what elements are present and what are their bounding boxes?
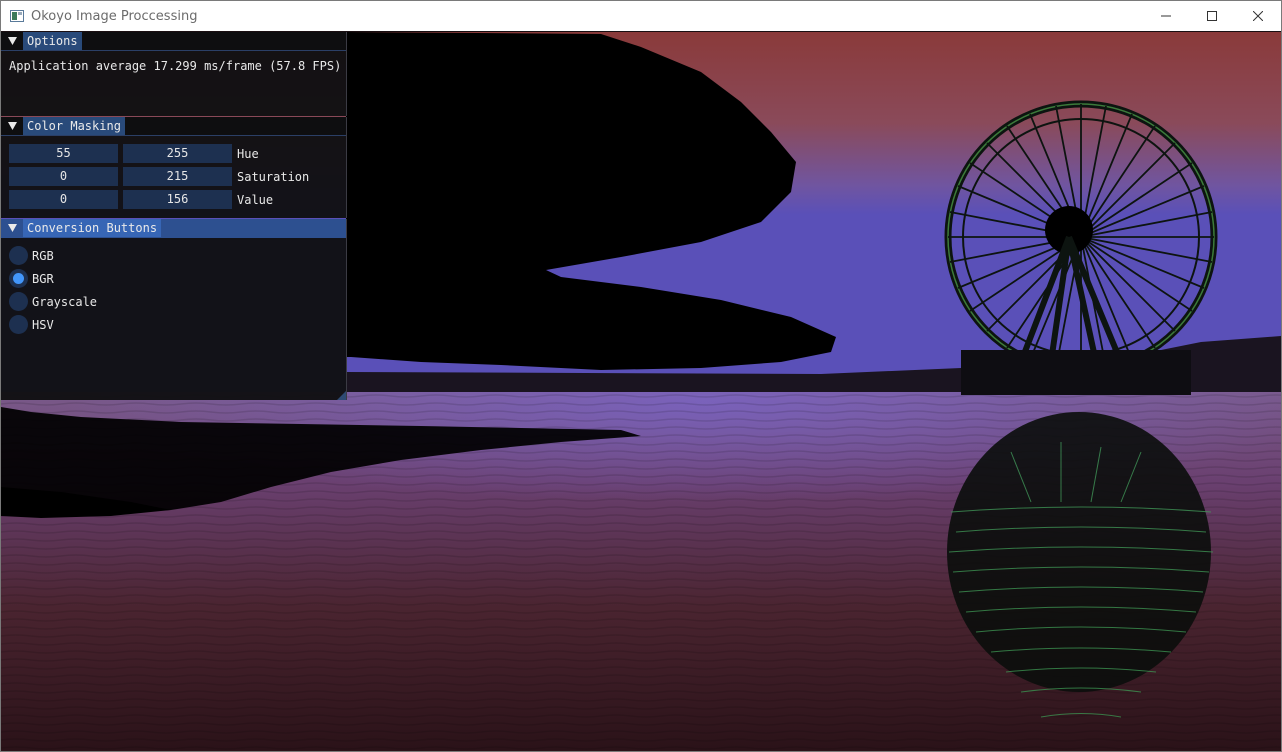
window-title: Okoyo Image Proccessing bbox=[31, 8, 198, 24]
radio-label-hsv: HSV bbox=[32, 317, 54, 332]
app-window: Okoyo Image Proccessing Options Applicat… bbox=[0, 0, 1282, 752]
conversion-title: Conversion Buttons bbox=[23, 219, 162, 237]
maximize-icon bbox=[1207, 11, 1217, 21]
fps-readout: Application average 17.299 ms/frame (57.… bbox=[9, 59, 342, 73]
value-row: 0 156 Value bbox=[9, 190, 273, 209]
saturation-max-field[interactable]: 215 bbox=[123, 167, 232, 186]
conversion-panel: Conversion Buttons RGB BGR Grayscale HSV bbox=[1, 219, 347, 400]
radio-label-rgb: RGB bbox=[32, 248, 54, 263]
minimize-button[interactable] bbox=[1143, 1, 1189, 31]
options-title: Options bbox=[23, 32, 82, 50]
color-masking-header[interactable]: Color Masking bbox=[1, 117, 346, 136]
hue-min-field[interactable]: 55 bbox=[9, 144, 118, 163]
saturation-label: Saturation bbox=[237, 169, 310, 184]
collapse-arrow-icon[interactable] bbox=[7, 37, 17, 45]
saturation-row: 0 215 Saturation bbox=[9, 167, 309, 186]
conversion-header[interactable]: Conversion Buttons bbox=[1, 219, 346, 238]
resize-grip[interactable] bbox=[337, 391, 346, 400]
close-icon bbox=[1253, 11, 1263, 21]
value-max-field[interactable]: 156 bbox=[123, 190, 232, 209]
close-button[interactable] bbox=[1235, 1, 1281, 31]
radio-button-hsv[interactable] bbox=[9, 315, 28, 334]
options-header[interactable]: Options bbox=[1, 32, 346, 51]
hue-max-field[interactable]: 255 bbox=[123, 144, 232, 163]
hue-label: Hue bbox=[237, 146, 259, 161]
collapse-arrow-icon[interactable] bbox=[7, 224, 17, 232]
radio-label-grayscale: Grayscale bbox=[32, 294, 98, 309]
title-bar[interactable]: Okoyo Image Proccessing bbox=[1, 1, 1281, 31]
radio-hsv[interactable]: HSV bbox=[9, 315, 54, 334]
radio-label-bgr: BGR bbox=[32, 271, 54, 286]
value-label: Value bbox=[237, 192, 274, 207]
radio-rgb[interactable]: RGB bbox=[9, 246, 54, 265]
value-min-field[interactable]: 0 bbox=[9, 190, 118, 209]
collapse-arrow-icon[interactable] bbox=[7, 122, 17, 130]
color-masking-title: Color Masking bbox=[23, 117, 125, 135]
radio-selected-dot bbox=[13, 273, 24, 284]
saturation-min-field[interactable]: 0 bbox=[9, 167, 118, 186]
maximize-button[interactable] bbox=[1189, 1, 1235, 31]
app-icon bbox=[10, 10, 24, 22]
radio-grayscale[interactable]: Grayscale bbox=[9, 292, 97, 311]
ferris-wheel bbox=[944, 100, 1218, 374]
minimize-icon bbox=[1161, 15, 1171, 17]
color-masking-panel: Color Masking 55 255 Hue 0 215 Saturatio… bbox=[1, 117, 347, 218]
hue-row: 55 255 Hue bbox=[9, 144, 259, 163]
radio-button-bgr[interactable] bbox=[9, 269, 28, 288]
radio-bgr[interactable]: BGR bbox=[9, 269, 54, 288]
radio-button-rgb[interactable] bbox=[9, 246, 28, 265]
radio-button-grayscale[interactable] bbox=[9, 292, 28, 311]
options-panel: Options Application average 17.299 ms/fr… bbox=[1, 32, 347, 116]
